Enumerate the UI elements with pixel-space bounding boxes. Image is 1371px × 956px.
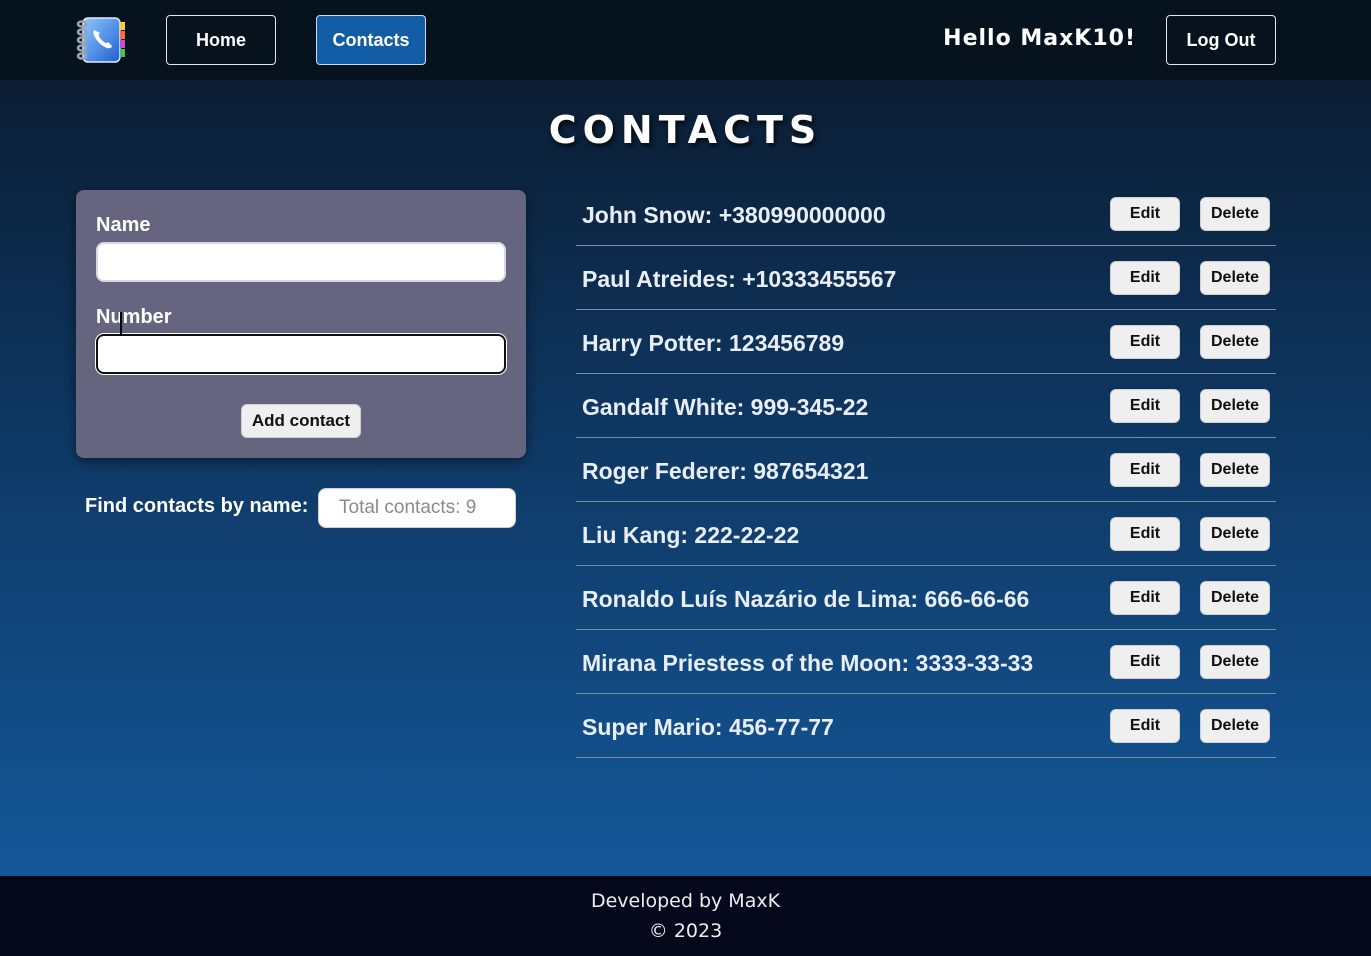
delete-contact-button[interactable]: Delete — [1200, 709, 1270, 743]
edit-contact-button[interactable]: Edit — [1110, 581, 1180, 615]
delete-contact-button[interactable]: Delete — [1200, 517, 1270, 551]
add-contact-form: Name Number Add contact — [76, 190, 526, 458]
edit-contact-button[interactable]: Edit — [1110, 389, 1180, 423]
name-label: Name — [96, 214, 151, 236]
contact-item: Harry Potter: 123456789 Edit Delete — [576, 310, 1276, 374]
edit-contact-button[interactable]: Edit — [1110, 645, 1180, 679]
contact-list: John Snow: +380990000000 Edit Delete Paul A… — [576, 182, 1276, 758]
delete-contact-button[interactable]: Delete — [1200, 645, 1270, 679]
contacts-book-icon[interactable] — [74, 15, 128, 65]
app-header: Home Contacts Hello MaxK10! Log Out — [0, 0, 1371, 80]
delete-contact-button[interactable]: Delete — [1200, 453, 1270, 487]
delete-contact-button[interactable]: Delete — [1200, 389, 1270, 423]
contact-item: Super Mario: 456-77-77 Edit Delete — [576, 694, 1276, 758]
number-input[interactable] — [96, 334, 506, 374]
edit-contact-button[interactable]: Edit — [1110, 517, 1180, 551]
add-contact-button[interactable]: Add contact — [241, 404, 361, 438]
delete-contact-button[interactable]: Delete — [1200, 261, 1270, 295]
contact-item: Paul Atreides: +10333455567 Edit Delete — [576, 246, 1276, 310]
nav-contacts-link[interactable]: Contacts — [316, 15, 426, 65]
contact-name-number: Paul Atreides: +10333455567 — [582, 266, 897, 292]
app-footer: Developed by MaxK © 2023 — [0, 876, 1371, 956]
nav-home-link[interactable]: Home — [166, 15, 276, 65]
footer-copyright: © 2023 — [648, 920, 723, 942]
contact-name-number: John Snow: +380990000000 — [582, 202, 886, 228]
contact-item: Liu Kang: 222-22-22 Edit Delete — [576, 502, 1276, 566]
contact-item: Roger Federer: 987654321 Edit Delete — [576, 438, 1276, 502]
edit-contact-button[interactable]: Edit — [1110, 709, 1180, 743]
user-greeting: Hello MaxK10! — [943, 26, 1136, 51]
edit-contact-button[interactable]: Edit — [1110, 325, 1180, 359]
delete-contact-button[interactable]: Delete — [1200, 197, 1270, 231]
delete-contact-button[interactable]: Delete — [1200, 325, 1270, 359]
number-label: Number — [96, 306, 172, 328]
edit-contact-button[interactable]: Edit — [1110, 261, 1180, 295]
edit-contact-button[interactable]: Edit — [1110, 453, 1180, 487]
main-content: CONTACTS Name Number Add contact Find co… — [0, 80, 1371, 876]
contact-item: Mirana Priestess of the Moon: 3333-33-33… — [576, 630, 1276, 694]
filter-input[interactable] — [318, 488, 516, 528]
filter-label: Find contacts by name: — [85, 495, 309, 517]
contact-item: Gandalf White: 999-345-22 Edit Delete — [576, 374, 1276, 438]
footer-credit: Developed by MaxK — [590, 890, 781, 912]
page-title: CONTACTS — [548, 108, 823, 152]
delete-contact-button[interactable]: Delete — [1200, 581, 1270, 615]
contact-name-number: Liu Kang: 222-22-22 — [582, 522, 800, 548]
contact-item: Ronaldo Luís Nazário de Lima: 666-66-66 E… — [576, 566, 1276, 630]
contact-name-number: Harry Potter: 123456789 — [582, 330, 845, 356]
name-input[interactable] — [96, 242, 506, 282]
contact-item: John Snow: +380990000000 Edit Delete — [576, 182, 1276, 246]
contact-name-number: Mirana Priestess of the Moon: 3333-33-33 — [582, 650, 1034, 676]
edit-contact-button[interactable]: Edit — [1110, 197, 1180, 231]
contact-name-number: Ronaldo Luís Nazário de Lima: 666-66-66 — [582, 586, 1030, 612]
contact-name-number: Roger Federer: 987654321 — [582, 458, 869, 484]
contact-name-number: Gandalf White: 999-345-22 — [582, 394, 869, 420]
text-caret — [120, 312, 122, 336]
logout-button[interactable]: Log Out — [1166, 15, 1276, 65]
contact-name-number: Super Mario: 456-77-77 — [582, 714, 834, 740]
